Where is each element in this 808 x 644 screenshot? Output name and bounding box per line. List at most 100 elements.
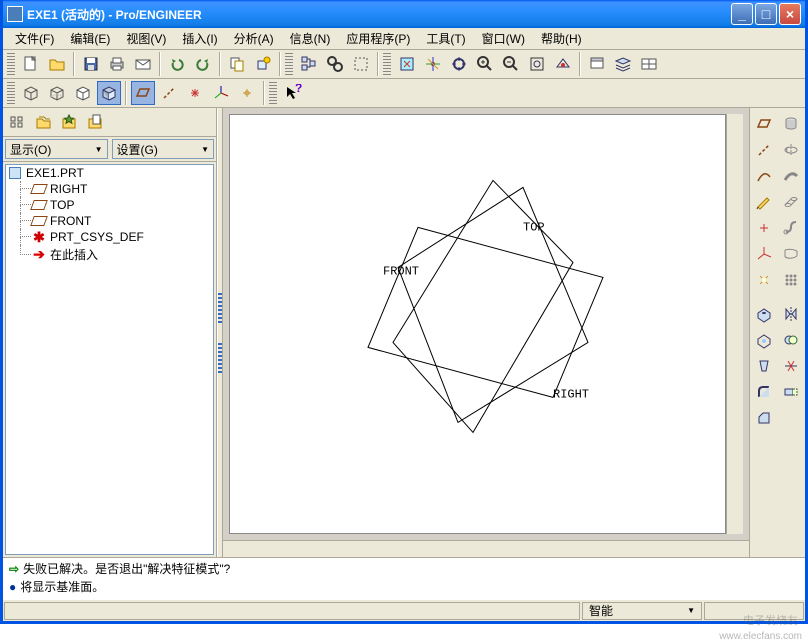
analysis-feature-button[interactable] <box>752 268 776 292</box>
scrollbar-vertical[interactable] <box>726 114 743 534</box>
zoom-out-button[interactable] <box>499 52 523 76</box>
revolve-button[interactable] <box>779 138 803 162</box>
search-button[interactable] <box>323 52 347 76</box>
mirror-button[interactable] <box>779 302 803 326</box>
reorient-button[interactable] <box>551 52 575 76</box>
spin-center-button[interactable] <box>421 52 445 76</box>
menu-analysis[interactable]: 分析(A) <box>226 28 282 49</box>
window-title: EXE1 (活动的) - Pro/ENGINEER <box>27 6 731 23</box>
shading-button[interactable] <box>97 81 121 105</box>
csys-toggle[interactable] <box>209 81 233 105</box>
tree-favorites-button[interactable] <box>57 110 81 134</box>
toolbar-drag-handle[interactable] <box>269 82 277 104</box>
tree-item-csys[interactable]: ✱ PRT_CSYS_DEF <box>6 229 213 245</box>
scrollbar-horizontal[interactable] <box>223 540 749 557</box>
no-hidden-button[interactable] <box>71 81 95 105</box>
chevron-down-icon: ▼ <box>201 145 209 154</box>
regen-button[interactable] <box>251 52 275 76</box>
sweep-button[interactable] <box>779 164 803 188</box>
tree-paste-button[interactable] <box>83 110 107 134</box>
datum-axis-toggle[interactable] <box>157 81 181 105</box>
blend-button[interactable] <box>779 190 803 214</box>
chamfer-button[interactable] <box>752 406 776 430</box>
model-tree[interactable]: EXE1.PRT RIGHT TOP FRONT ✱ PRT_CSYS_DEF <box>5 164 214 555</box>
annotation-toggle[interactable] <box>235 81 259 105</box>
graphics-canvas[interactable]: TOP FRONT RIGHT <box>229 114 726 534</box>
save-button[interactable] <box>79 52 103 76</box>
separator <box>579 52 581 76</box>
orient-button[interactable] <box>447 52 471 76</box>
datum-plane-toggle[interactable] <box>131 81 155 105</box>
settings-dropdown[interactable]: 设置(G) ▼ <box>112 139 215 159</box>
sash-handle-icon <box>218 293 222 323</box>
extend-button[interactable] <box>779 380 803 404</box>
toolbar-drag-handle[interactable] <box>7 53 15 75</box>
datum-plane-button[interactable] <box>752 112 776 136</box>
menu-tools[interactable]: 工具(T) <box>418 28 473 49</box>
hole-button[interactable] <box>752 302 776 326</box>
menu-help[interactable]: 帮助(H) <box>533 28 590 49</box>
model-tree-button[interactable] <box>297 52 321 76</box>
menu-edit[interactable]: 编辑(E) <box>62 28 118 49</box>
tree-item-front[interactable]: FRONT <box>6 213 213 229</box>
tree-item-insert-here[interactable]: ➔ 在此插入 <box>6 245 213 264</box>
maximize-button[interactable]: □ <box>755 3 777 25</box>
view-manager-button[interactable] <box>637 52 661 76</box>
datum-planes-drawing: TOP FRONT RIGHT <box>298 122 658 482</box>
print-button[interactable] <box>105 52 129 76</box>
copy-paste-button[interactable] <box>225 52 249 76</box>
refit-button[interactable] <box>525 52 549 76</box>
saved-views-button[interactable] <box>585 52 609 76</box>
titlebar[interactable]: EXE1 (活动的) - Pro/ENGINEER _ □ × <box>3 0 805 28</box>
status-filter-dropdown[interactable]: 智能 ▼ <box>582 602 702 620</box>
redo-button[interactable] <box>191 52 215 76</box>
separator <box>279 52 281 76</box>
tree-root[interactable]: EXE1.PRT <box>6 165 213 181</box>
tree-item-label: FRONT <box>50 214 91 228</box>
close-button[interactable]: × <box>779 3 801 25</box>
arrow-icon: ⇨ <box>9 560 19 578</box>
tree-layers-button[interactable] <box>31 110 55 134</box>
minimize-button[interactable]: _ <box>731 3 753 25</box>
menu-window[interactable]: 窗口(W) <box>474 28 533 49</box>
show-dropdown[interactable]: 显示(O) ▼ <box>5 139 108 159</box>
datum-axis-button[interactable] <box>752 138 776 162</box>
new-button[interactable] <box>19 52 43 76</box>
datum-point-button[interactable] <box>752 216 776 240</box>
draft-button[interactable] <box>752 354 776 378</box>
shell-button[interactable] <box>752 328 776 352</box>
tree-show-button[interactable] <box>5 110 29 134</box>
boundary-blend-button[interactable] <box>779 242 803 266</box>
open-button[interactable] <box>45 52 69 76</box>
pattern-button[interactable] <box>779 268 803 292</box>
extrude-button[interactable] <box>779 112 803 136</box>
toolbar-drag-handle[interactable] <box>285 53 293 75</box>
menu-info[interactable]: 信息(N) <box>282 28 339 49</box>
layers-button[interactable] <box>611 52 635 76</box>
toolbar-drag-handle[interactable] <box>7 82 15 104</box>
repaint-button[interactable] <box>395 52 419 76</box>
sketch-button[interactable] <box>752 190 776 214</box>
swept-blend-button[interactable] <box>779 216 803 240</box>
select-button[interactable] <box>349 52 373 76</box>
hidden-line-button[interactable] <box>45 81 69 105</box>
window-controls: _ □ × <box>731 3 801 25</box>
trim-button[interactable] <box>779 354 803 378</box>
help-cursor-button[interactable]: ? <box>281 81 305 105</box>
toolbar-drag-handle[interactable] <box>383 53 391 75</box>
wireframe-button[interactable] <box>19 81 43 105</box>
round-button[interactable] <box>752 380 776 404</box>
menu-app[interactable]: 应用程序(P) <box>338 28 418 49</box>
menu-view[interactable]: 视图(V) <box>118 28 174 49</box>
datum-csys-button[interactable] <box>752 242 776 266</box>
menu-file[interactable]: 文件(F) <box>7 28 62 49</box>
mail-button[interactable] <box>131 52 155 76</box>
datum-point-toggle[interactable] <box>183 81 207 105</box>
tree-item-top[interactable]: TOP <box>6 197 213 213</box>
undo-button[interactable] <box>165 52 189 76</box>
menu-insert[interactable]: 插入(I) <box>174 28 225 49</box>
merge-button[interactable] <box>779 328 803 352</box>
zoom-in-button[interactable] <box>473 52 497 76</box>
tree-item-right[interactable]: RIGHT <box>6 181 213 197</box>
datum-curve-button[interactable] <box>752 164 776 188</box>
